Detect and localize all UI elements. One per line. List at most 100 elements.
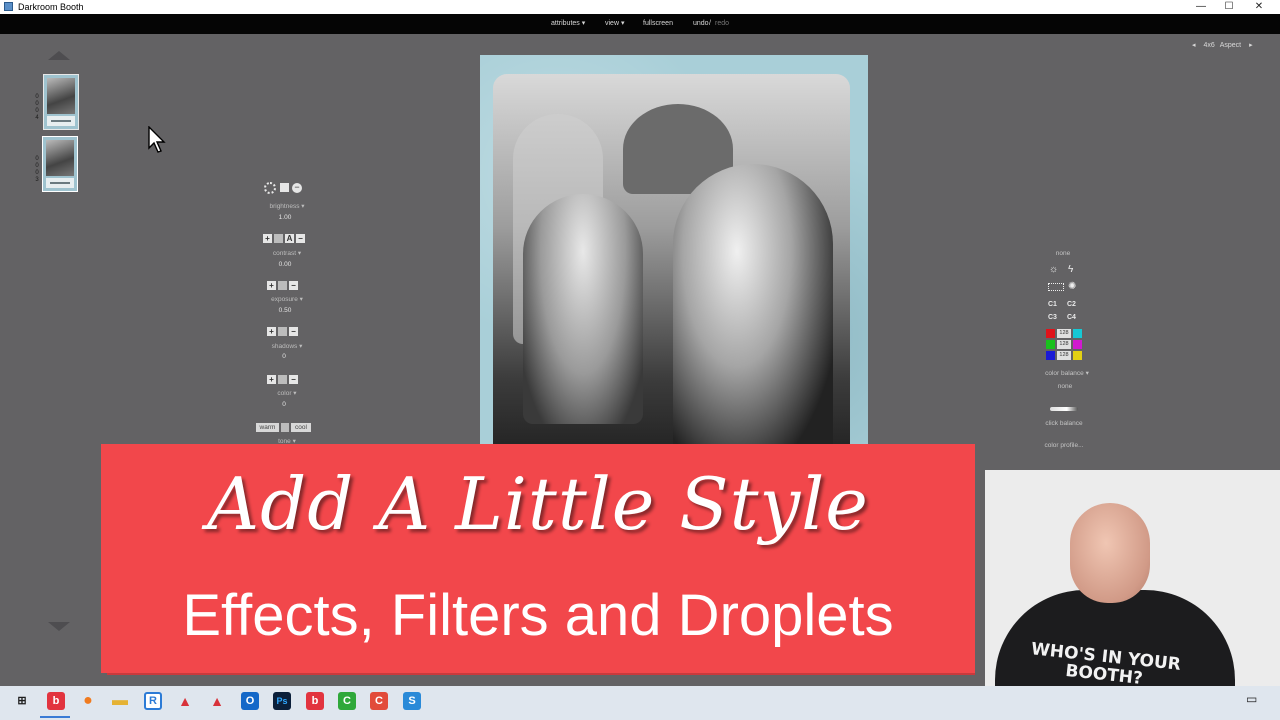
s-app-icon[interactable]: S bbox=[403, 692, 421, 710]
c4-button[interactable]: C4 bbox=[1067, 314, 1076, 321]
shadows-plus-icon[interactable]: + bbox=[267, 327, 276, 336]
shadows-minus-icon[interactable]: − bbox=[289, 327, 298, 336]
color-reset-button[interactable] bbox=[278, 375, 287, 384]
color-preset-label: none bbox=[1055, 250, 1071, 257]
windows-start-icon[interactable]: ⊞ bbox=[13, 692, 31, 710]
red-balance-value[interactable]: 128 bbox=[1057, 329, 1071, 338]
aspect-prev-icon[interactable]: ◂ bbox=[1192, 42, 1196, 49]
menu-separator: / bbox=[709, 20, 711, 27]
file-explorer-icon[interactable]: ▬ bbox=[111, 692, 129, 710]
flash-icon[interactable]: ϟ bbox=[1068, 264, 1073, 275]
color-balance-preset: none bbox=[1057, 383, 1073, 390]
blue-channel-swatch[interactable] bbox=[1046, 351, 1055, 360]
maximize-button[interactable]: ☐ bbox=[1214, 0, 1244, 14]
scroll-up-arrow-icon[interactable] bbox=[48, 51, 70, 60]
color-minus-icon[interactable]: − bbox=[289, 375, 298, 384]
alert-app-icon-1[interactable]: ▲ bbox=[176, 692, 194, 710]
aspect-label: Aspect bbox=[1219, 42, 1242, 49]
photo-figure bbox=[523, 194, 643, 424]
c-app-icon-green[interactable]: C bbox=[338, 692, 356, 710]
eyedropper-icon[interactable] bbox=[1050, 407, 1078, 411]
scroll-down-arrow-icon[interactable] bbox=[48, 622, 70, 631]
thumbnail-2[interactable] bbox=[42, 136, 78, 192]
fluorescent-icon[interactable] bbox=[1048, 283, 1064, 291]
tone-reset-button[interactable] bbox=[281, 423, 289, 432]
banner-title: Add A Little Style bbox=[207, 462, 869, 546]
thumbnail-1[interactable] bbox=[43, 74, 79, 130]
contrast-label[interactable]: contrast ▾ bbox=[247, 249, 327, 257]
color-label[interactable]: color ▾ bbox=[247, 389, 327, 397]
aspect-size: 4x6 bbox=[1203, 42, 1215, 49]
c1-button[interactable]: C1 bbox=[1048, 301, 1057, 308]
exposure-reset-button[interactable] bbox=[278, 281, 287, 290]
yellow-channel-swatch[interactable] bbox=[1073, 351, 1082, 360]
close-button[interactable]: ✕ bbox=[1244, 0, 1274, 14]
thumbnail-photo bbox=[46, 140, 74, 176]
brightness-label[interactable]: brightness ▾ bbox=[247, 202, 327, 210]
exposure-plus-icon[interactable]: + bbox=[267, 281, 276, 290]
click-balance-label[interactable]: click balance bbox=[1029, 420, 1099, 427]
c2-button[interactable]: C2 bbox=[1067, 301, 1076, 308]
tone-warm-button[interactable]: warm bbox=[256, 423, 279, 432]
minimize-button[interactable]: — bbox=[1186, 0, 1216, 14]
menu-bar: attributes ▾ view ▾ fullscreen undo / re… bbox=[0, 14, 1280, 34]
shadows-value: 0 bbox=[282, 353, 286, 360]
mouse-cursor-icon bbox=[148, 126, 166, 153]
outlook-icon[interactable]: O bbox=[241, 692, 259, 710]
menu-view[interactable]: view ▾ bbox=[605, 17, 624, 31]
bulb-icon[interactable]: ✺ bbox=[1068, 281, 1076, 292]
green-balance-value[interactable]: 128 bbox=[1057, 340, 1071, 349]
counter-digit: 0 bbox=[35, 94, 39, 100]
contrast-minus-icon[interactable]: − bbox=[296, 234, 305, 243]
sun-icon[interactable]: ☼ bbox=[1049, 264, 1058, 275]
presenter-head bbox=[1070, 503, 1150, 603]
cyan-channel-swatch[interactable] bbox=[1073, 329, 1082, 338]
shadows-reset-button[interactable] bbox=[278, 327, 287, 336]
color-balance-label[interactable]: color balance ▾ bbox=[1032, 369, 1102, 377]
undo-button[interactable]: undo bbox=[693, 17, 709, 31]
c-app-icon-red[interactable]: C bbox=[370, 692, 388, 710]
redo-button[interactable]: redo bbox=[715, 17, 729, 31]
color-profile-button[interactable]: color profile... bbox=[1029, 442, 1099, 449]
exposure-label[interactable]: exposure ▾ bbox=[247, 295, 327, 303]
color-plus-icon[interactable]: + bbox=[267, 375, 276, 384]
c3-button[interactable]: C3 bbox=[1048, 314, 1057, 321]
counter-digit: 4 bbox=[35, 115, 39, 121]
photoshop-icon[interactable]: Ps bbox=[273, 692, 291, 710]
shadows-label[interactable]: shadows ▾ bbox=[247, 342, 327, 350]
counter-digit: 0 bbox=[35, 108, 39, 114]
thumb-counter-2: 0 0 0 3 bbox=[34, 156, 40, 184]
exposure-value: 0.50 bbox=[278, 307, 292, 314]
green-channel-swatch[interactable] bbox=[1046, 340, 1055, 349]
brightness-minus-icon[interactable]: − bbox=[292, 183, 302, 193]
exposure-minus-icon[interactable]: − bbox=[289, 281, 298, 290]
b-app-icon-2[interactable]: b bbox=[306, 692, 324, 710]
contrast-auto-button[interactable]: A bbox=[285, 234, 294, 243]
photo-preview[interactable] bbox=[493, 74, 850, 455]
menu-fullscreen[interactable]: fullscreen bbox=[643, 17, 673, 31]
contrast-value: 0.00 bbox=[278, 261, 292, 268]
aspect-next-icon[interactable]: ▸ bbox=[1249, 42, 1253, 49]
contrast-reset-button[interactable] bbox=[274, 234, 283, 243]
notification-icon[interactable]: ▭ bbox=[1246, 693, 1260, 705]
magenta-channel-swatch[interactable] bbox=[1073, 340, 1082, 349]
menu-attributes[interactable]: attributes ▾ bbox=[551, 17, 585, 31]
brightness-reset-button[interactable] bbox=[280, 183, 289, 192]
title-bar: Darkroom Booth — ☐ ✕ bbox=[0, 0, 1280, 14]
aspect-selector: ◂ 4x6 Aspect ▸ bbox=[1192, 41, 1253, 49]
red-channel-swatch[interactable] bbox=[1046, 329, 1055, 338]
contrast-plus-icon[interactable]: + bbox=[263, 234, 272, 243]
alert-app-icon-2[interactable]: ▲ bbox=[208, 692, 226, 710]
blue-balance-value[interactable]: 128 bbox=[1057, 351, 1071, 360]
thumbnail-caption bbox=[46, 178, 74, 188]
r-app-icon[interactable]: R bbox=[144, 692, 162, 710]
b-app-icon[interactable]: b bbox=[47, 692, 65, 710]
thumbnail-photo bbox=[47, 78, 75, 114]
tone-cool-button[interactable]: cool bbox=[291, 423, 311, 432]
banner-subtitle: Effects, Filters and Droplets bbox=[182, 583, 894, 648]
window-title: Darkroom Booth bbox=[18, 2, 84, 12]
thumb-counter-1: 0 0 0 4 bbox=[34, 94, 40, 122]
brightness-sun-icon[interactable] bbox=[264, 182, 276, 194]
thumbnail-caption bbox=[47, 116, 75, 126]
firefox-icon[interactable]: ● bbox=[79, 692, 97, 710]
